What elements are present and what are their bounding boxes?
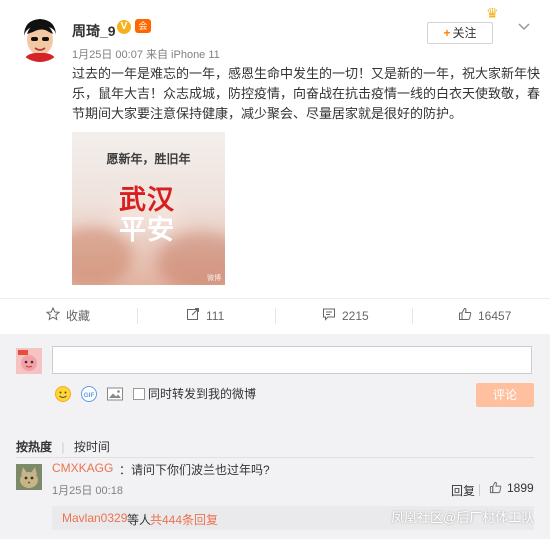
author-avatar[interactable] bbox=[16, 14, 64, 62]
image-watermark: 微博 bbox=[207, 275, 221, 282]
follow-button[interactable]: + 关注 bbox=[427, 22, 493, 44]
gif-icon[interactable]: GIF bbox=[80, 385, 98, 406]
sort-tabs: 按热度 | 按时间 bbox=[16, 438, 110, 455]
comment-text: ：请问下你们波兰也过年吗? bbox=[119, 463, 270, 477]
author-name[interactable]: 周琦_9 bbox=[72, 21, 116, 41]
sub-reply-user[interactable]: Mavlan0329 bbox=[62, 511, 127, 525]
repost-icon bbox=[186, 300, 200, 334]
repost-count: 111 bbox=[206, 309, 225, 323]
divider bbox=[16, 457, 534, 458]
repost-checkbox[interactable] bbox=[133, 388, 145, 400]
emoji-icon[interactable] bbox=[54, 385, 72, 406]
verified-badge-icon: V bbox=[117, 20, 131, 34]
like-count: 16457 bbox=[478, 309, 512, 323]
comment-input[interactable] bbox=[52, 346, 532, 374]
divider bbox=[412, 308, 413, 324]
post-image[interactable]: 愿新年，胜旧年 武汉 平安 微博 bbox=[72, 132, 225, 285]
image-upload-icon[interactable] bbox=[106, 385, 124, 406]
comment-button[interactable]: 2215 bbox=[322, 299, 369, 335]
tab-divider: | bbox=[61, 440, 65, 454]
follow-label: 关注 bbox=[452, 26, 477, 40]
favorite-button[interactable]: 收藏 bbox=[45, 299, 91, 335]
site-watermark: 凤凰社区@后厂村体工队 bbox=[391, 510, 535, 525]
svg-text:GIF: GIF bbox=[84, 392, 95, 399]
comment-count: 2215 bbox=[342, 309, 369, 323]
comment-time: 1月25日 00:18 bbox=[52, 485, 123, 497]
divider bbox=[479, 484, 480, 496]
submit-comment-button[interactable]: 评论 bbox=[476, 383, 534, 407]
weibo-post-card: 周琦_9 V 会 1月25日 00:07 来自 iPhone 11 ♛ + 关注 … bbox=[0, 0, 550, 334]
action-bar: 收藏 111 2215 16457 bbox=[0, 298, 550, 335]
tab-sort-time[interactable]: 按时间 bbox=[74, 440, 110, 454]
image-title-wuhan: 武汉 bbox=[119, 185, 175, 216]
repost-checkbox-label[interactable]: 同时转发到我的微博 bbox=[148, 385, 256, 402]
member-badge-icon[interactable]: 会 bbox=[135, 19, 151, 33]
favorite-label: 收藏 bbox=[66, 309, 91, 323]
commenter-avatar[interactable] bbox=[16, 464, 42, 490]
tab-sort-hot[interactable]: 按热度 bbox=[16, 440, 52, 454]
my-avatar bbox=[16, 348, 42, 374]
thumbs-up-icon bbox=[489, 481, 502, 497]
divider bbox=[275, 308, 276, 324]
thumbs-up-icon bbox=[458, 300, 472, 334]
image-headline: 愿新年，胜旧年 bbox=[106, 152, 191, 166]
like-button[interactable]: 16457 bbox=[458, 299, 511, 335]
chevron-down-icon[interactable] bbox=[518, 20, 530, 34]
star-icon bbox=[45, 300, 61, 334]
comment-like-count: 1899 bbox=[507, 481, 534, 495]
divider bbox=[137, 308, 138, 324]
image-title-pingan: 平安 bbox=[119, 215, 175, 246]
repost-button[interactable]: 111 bbox=[186, 299, 224, 335]
post-meta[interactable]: 1月25日 00:07 来自 iPhone 11 bbox=[72, 46, 220, 62]
sub-reply-count[interactable]: 共444条回复 bbox=[150, 511, 218, 528]
plus-icon: + bbox=[443, 26, 451, 40]
sub-reply-mid: 等人 bbox=[127, 513, 152, 527]
comment-icon bbox=[322, 300, 336, 334]
reply-button[interactable]: 回复 bbox=[451, 482, 475, 499]
comment-like-button[interactable]: 1899 bbox=[489, 481, 534, 497]
commenter-name[interactable]: CMXKAGG bbox=[52, 461, 113, 475]
post-text: 过去的一年是难忘的一年，感恩生命中发生的一切！又是新的一年，祝大家新年快乐，鼠年… bbox=[72, 66, 541, 121]
crown-icon: ♛ bbox=[486, 5, 499, 21]
